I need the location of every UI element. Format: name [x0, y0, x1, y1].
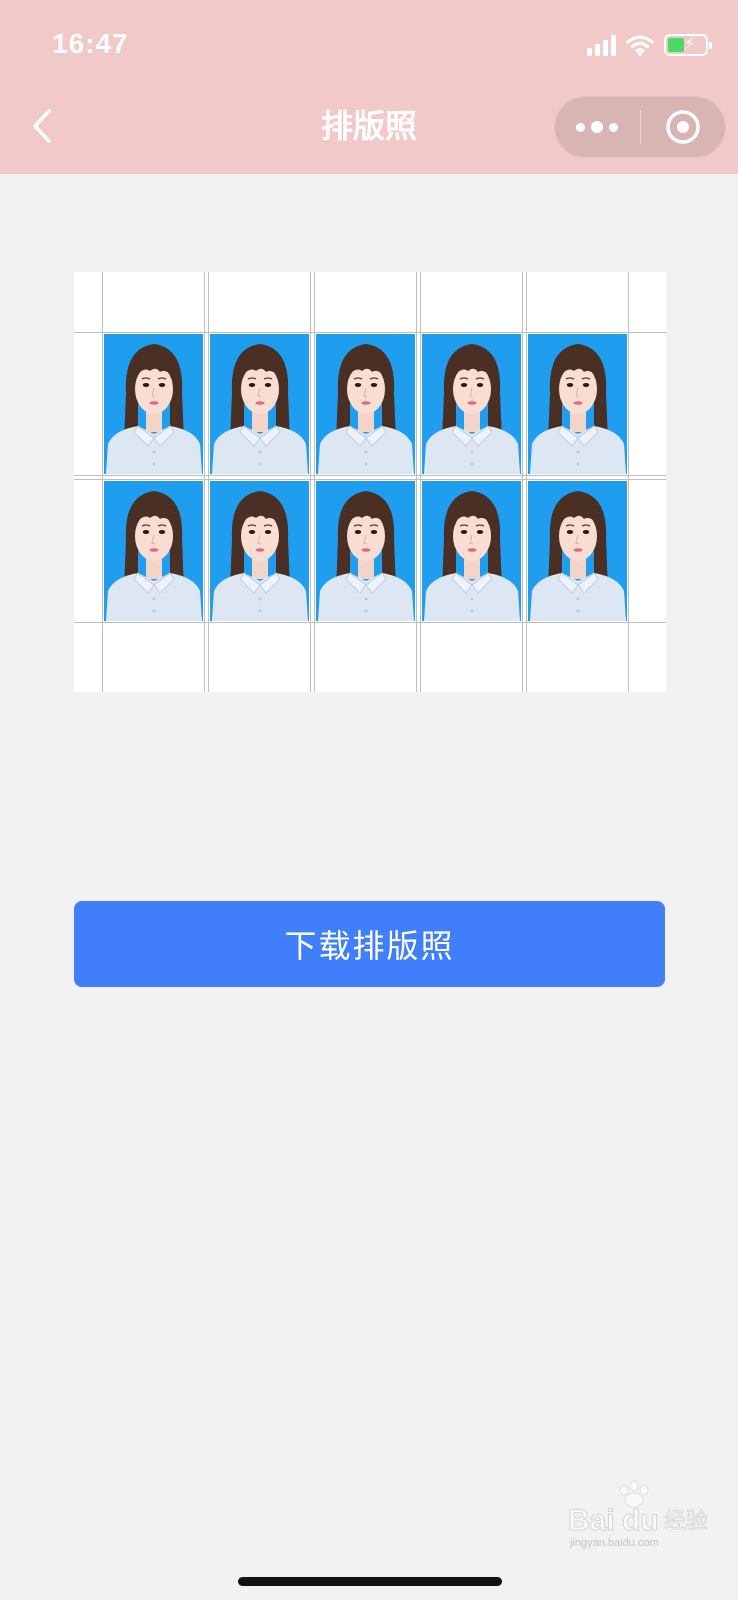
id-photo: [104, 481, 203, 621]
target-circle-icon: [666, 110, 700, 144]
cut-guide-line: [526, 272, 527, 692]
id-photo: [316, 334, 415, 474]
close-miniprogram-button[interactable]: [641, 96, 726, 158]
cut-guide-line: [420, 272, 421, 692]
download-layout-button[interactable]: 下载排版照: [74, 901, 665, 987]
cut-guide-line: [74, 475, 666, 476]
svg-text:jingyan.baidu.com: jingyan.baidu.com: [569, 1537, 659, 1549]
svg-text:du: du: [622, 1504, 659, 1537]
cut-guide-line: [102, 272, 103, 692]
cut-guide-line: [416, 272, 417, 692]
id-photo: [210, 481, 309, 621]
cut-guide-line: [522, 272, 523, 692]
miniprogram-capsule: [554, 96, 726, 158]
id-photo: [104, 334, 203, 474]
id-photo: [528, 481, 627, 621]
more-dots-icon: [576, 121, 619, 133]
svg-text:Bai: Bai: [568, 1504, 615, 1537]
cut-guide-line: [208, 272, 209, 692]
cut-guide-line: [310, 272, 311, 692]
cut-guide-line: [204, 272, 205, 692]
id-photo: [210, 334, 309, 474]
cellular-signal-icon: [587, 34, 616, 56]
status-icons: ⚡: [587, 32, 712, 58]
home-indicator: [238, 1577, 502, 1586]
battery-charging-icon: ⚡: [664, 34, 712, 56]
id-photo: [422, 334, 521, 474]
baidu-watermark: Bai du 经验 jingyan.baidu.com: [568, 1480, 708, 1549]
app-header: 16:47 ⚡ 排版照: [0, 0, 738, 174]
cut-guide-line: [74, 479, 666, 480]
cut-guide-line: [74, 622, 666, 623]
svg-text:经验: 经验: [664, 1509, 708, 1534]
id-photo: [422, 481, 521, 621]
status-time: 16:47: [52, 28, 129, 59]
cut-guide-line: [628, 272, 629, 692]
cut-guide-line: [74, 332, 666, 333]
more-button[interactable]: [555, 96, 640, 158]
photo-layout-sheet: [74, 272, 666, 692]
wifi-icon: [626, 35, 654, 56]
id-photo: [528, 334, 627, 474]
id-photo: [316, 481, 415, 621]
cut-guide-line: [314, 272, 315, 692]
